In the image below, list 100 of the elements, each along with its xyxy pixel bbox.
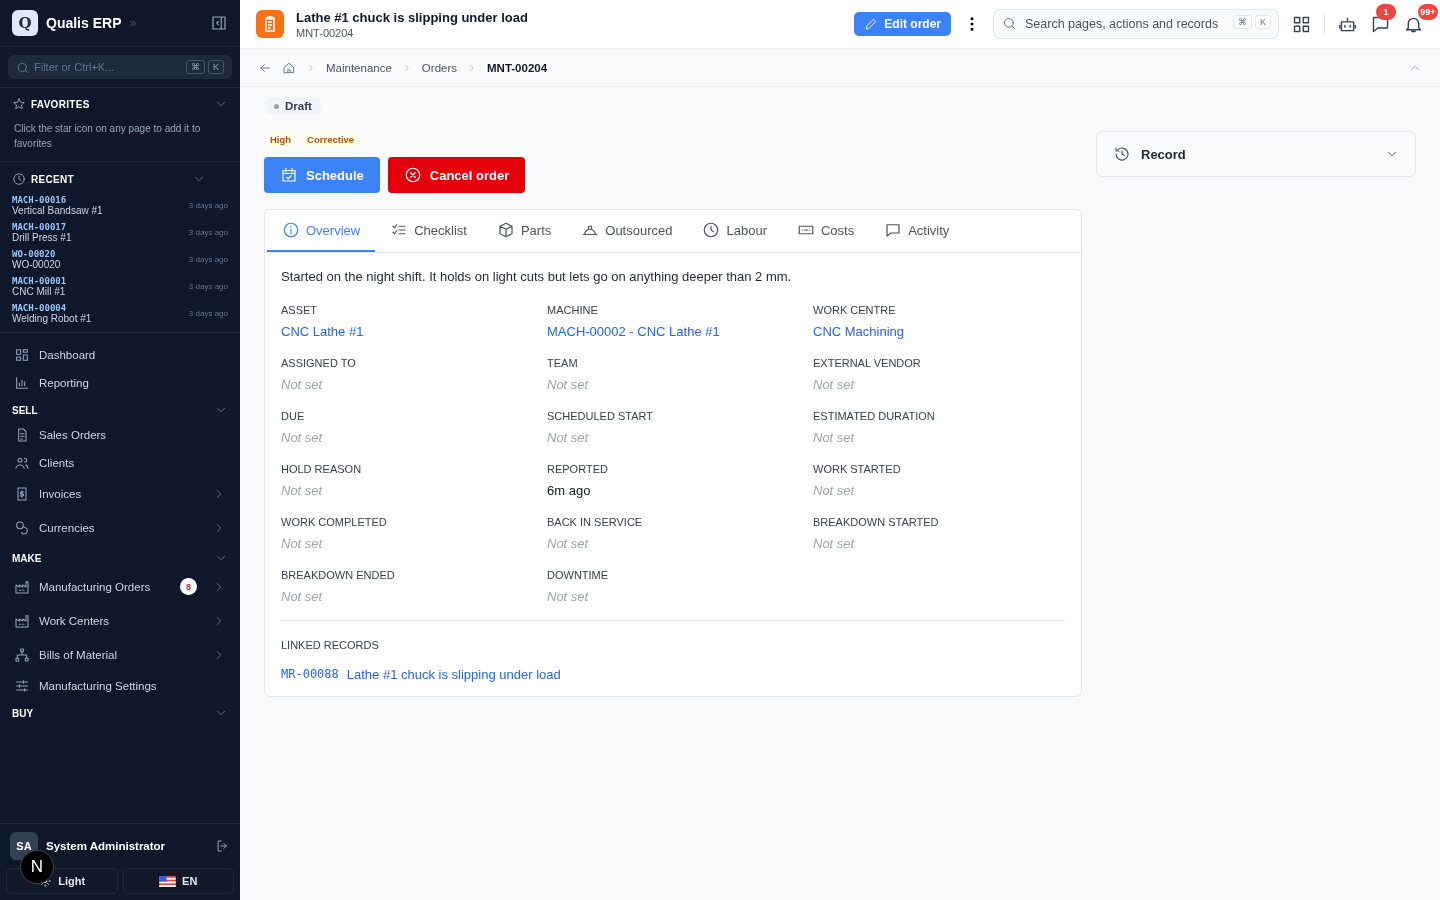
breadcrumb-link[interactable]: Maintenance	[326, 61, 392, 74]
section-title: SELL	[12, 404, 38, 416]
calendar-icon	[280, 166, 298, 184]
sidebar-toggle-icon[interactable]	[210, 14, 228, 32]
nav-item[interactable]: Clients	[39, 457, 75, 469]
cancel-button[interactable]: Cancel order	[387, 157, 526, 193]
panel-title: Record	[1141, 146, 1186, 162]
field-value: Not set	[281, 430, 324, 445]
nav-item[interactable]: Work Centers	[39, 615, 110, 627]
field-label: WORK STARTED	[813, 463, 902, 475]
flag-icon	[159, 875, 177, 887]
tab[interactable]: Outsourced	[566, 210, 688, 252]
tab[interactable]: Activity	[869, 210, 965, 252]
nav-item[interactable]: Sales Orders	[39, 429, 107, 441]
nav-item[interactable]: Invoices	[39, 488, 82, 500]
count-badge: 8	[180, 578, 197, 595]
field-label: BREAKDOWN ENDED	[281, 569, 396, 581]
nav-item[interactable]: Dashboard	[39, 349, 96, 361]
nav-item[interactable]: Reporting	[39, 377, 89, 389]
section-title: BUY	[12, 707, 34, 719]
field-label: DUE	[281, 410, 306, 422]
field-value: Not set	[813, 377, 856, 392]
nav-item[interactable]: Currencies	[39, 522, 95, 534]
nav-icon	[14, 678, 30, 694]
chevron-right-icon	[306, 62, 316, 73]
field-value: Not set	[281, 589, 324, 604]
field-label: DOWNTIME	[547, 569, 610, 581]
user-name: System Administrator	[46, 840, 166, 852]
recent-name[interactable]: Drill Press #1	[12, 232, 72, 243]
tab[interactable]: Checklist	[375, 210, 482, 252]
tab[interactable]: Overview	[267, 210, 376, 252]
nav-item[interactable]: Bills of Material	[39, 649, 117, 661]
tab[interactable]: Parts	[481, 210, 567, 252]
recent-code[interactable]: WO-00020	[12, 249, 61, 259]
count-badge: 1	[1376, 3, 1396, 20]
shortcut-key: ⌘	[186, 60, 205, 74]
field-label: EXTERNAL VENDOR	[813, 357, 922, 369]
chevron-right-icon	[467, 62, 477, 73]
description: Started on the night shift. It holds on light cuts but lets go on anything deeper than 2 mm.	[281, 269, 793, 284]
field-value: Not set	[813, 430, 856, 445]
pencil-icon	[864, 17, 879, 31]
section-title: FAVORITES	[31, 98, 90, 110]
edit-button[interactable]: Edit order	[854, 12, 951, 36]
field-link[interactable]: MACH-00002 - CNC Lathe #1	[547, 324, 813, 339]
recent-code[interactable]: MACH-00004	[12, 303, 92, 313]
field-link[interactable]: CNC Lathe #1	[281, 324, 547, 339]
field-value: Not set	[281, 536, 324, 551]
field-label: SCHEDULED START	[547, 410, 654, 422]
nav-item[interactable]: Manufacturing Settings	[39, 680, 157, 692]
page-title: Lathe #1 chuck is slipping under load	[296, 9, 528, 25]
recent-name[interactable]: CNC Mill #1	[12, 286, 67, 297]
recent-code[interactable]: MACH-00016	[12, 195, 103, 205]
field-label: BREAKDOWN STARTED	[813, 516, 940, 528]
field-label: MACHINE	[547, 304, 599, 316]
breadcrumb-link[interactable]: Orders	[421, 61, 457, 74]
clock-icon	[12, 172, 26, 186]
field-label: ASSIGNED TO	[281, 357, 357, 369]
status-badge: Draft	[264, 97, 322, 115]
nav-icon	[14, 613, 30, 629]
info-icon	[282, 221, 300, 239]
language-button[interactable]: EN	[122, 868, 234, 894]
page-subtitle: MNT-00204	[296, 26, 355, 39]
search-icon	[16, 61, 30, 75]
recent-name[interactable]: Vertical Bandsaw #1	[12, 205, 103, 216]
recent-code[interactable]: MACH-00001	[12, 276, 67, 286]
record-title-link[interactable]: Lathe #1 chuck is slipping under load	[346, 667, 561, 682]
field-value: Not set	[547, 430, 590, 445]
recent-name[interactable]: Welding Robot #1	[12, 313, 92, 324]
schedule-button[interactable]: Schedule	[264, 157, 380, 193]
field-label: TEAM	[547, 357, 579, 369]
clipboard-icon	[256, 10, 284, 38]
tag: High	[264, 131, 298, 148]
field-label: ESTIMATED DURATION	[813, 410, 936, 422]
tab[interactable]: Labour	[687, 210, 782, 252]
nav-icon	[14, 455, 30, 471]
record-panel[interactable]: Record	[1096, 131, 1416, 177]
count-badge: 99+	[1418, 3, 1438, 20]
recent-name[interactable]: WO-00020	[12, 259, 61, 270]
app-logo[interactable]: Q	[12, 10, 38, 36]
field-link[interactable]: CNC Machining	[813, 324, 1065, 339]
history-icon	[1113, 145, 1131, 163]
field-label: WORK CENTRE	[813, 304, 897, 316]
breadcrumb-current: MNT-00204	[487, 61, 548, 74]
field-label: BACK IN SERVICE	[547, 516, 644, 528]
chat-icon	[884, 221, 903, 239]
section-title: RECENT	[31, 173, 74, 185]
logout-icon[interactable]	[215, 837, 230, 855]
nav-icon	[14, 520, 30, 536]
record-code-link[interactable]: MR-00088	[281, 667, 339, 682]
field-value: Not set	[547, 589, 590, 604]
nav-icon	[14, 647, 30, 663]
recent-code[interactable]: MACH-00017	[12, 222, 72, 232]
nav-item[interactable]: Manufacturing Orders	[39, 580, 151, 593]
star-icon	[12, 97, 26, 111]
box-icon	[496, 221, 515, 239]
tab[interactable]: Costs	[781, 210, 870, 252]
home-icon[interactable]	[282, 60, 296, 75]
section-title: MAKE	[12, 552, 42, 564]
field-value: Not set	[813, 483, 856, 498]
field-label: REPORTED	[547, 463, 609, 475]
